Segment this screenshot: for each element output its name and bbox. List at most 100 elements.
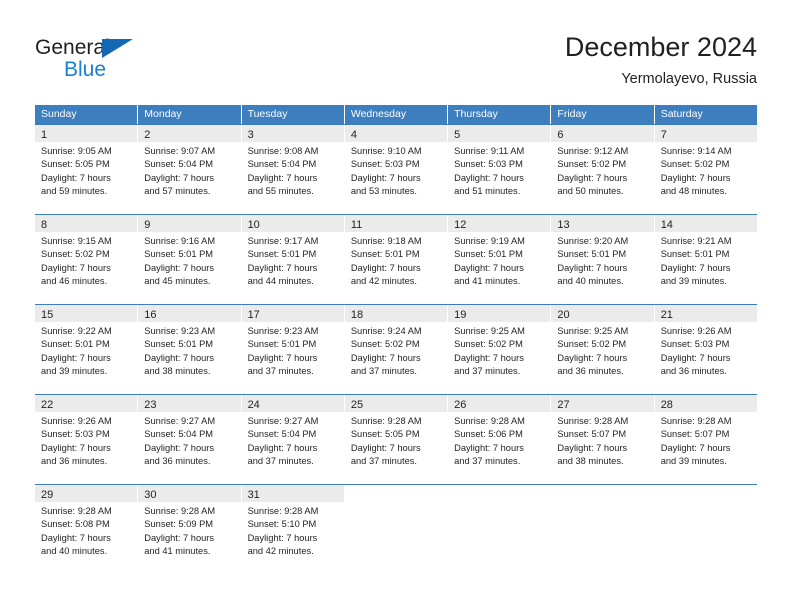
day-cell[interactable]: 27 Sunrise: 9:28 AM Sunset: 5:07 PM Dayl… — [551, 395, 654, 484]
day-cell[interactable]: 8 Sunrise: 9:15 AM Sunset: 5:02 PM Dayli… — [35, 215, 138, 304]
day-cell[interactable]: 13 Sunrise: 9:20 AM Sunset: 5:01 PM Dayl… — [551, 215, 654, 304]
sunrise-text: Sunrise: 9:28 AM — [247, 506, 319, 516]
day-cell[interactable]: 22 Sunrise: 9:26 AM Sunset: 5:03 PM Dayl… — [35, 395, 138, 484]
day-number: 31 — [247, 489, 260, 501]
day-cell[interactable]: 1 Sunrise: 9:05 AM Sunset: 5:05 PM Dayli… — [35, 125, 138, 214]
day-cell[interactable]: 17 Sunrise: 9:23 AM Sunset: 5:01 PM Dayl… — [241, 305, 344, 394]
weekday-header-row: Sunday Monday Tuesday Wednesday Thursday… — [35, 105, 757, 124]
daylight-text-line1: Daylight: 7 hours — [41, 442, 111, 453]
weekday-header-monday: Monday — [138, 105, 241, 124]
day-details: Sunrise: 9:11 AM Sunset: 5:03 PM Dayligh… — [448, 142, 550, 199]
day-cell[interactable]: 20 Sunrise: 9:25 AM Sunset: 5:02 PM Dayl… — [551, 305, 654, 394]
day-cell[interactable]: 11 Sunrise: 9:18 AM Sunset: 5:01 PM Dayl… — [344, 215, 448, 304]
daylight-text-line1: Daylight: 7 hours — [350, 172, 421, 183]
day-details: Sunrise: 9:28 AM Sunset: 5:10 PM Dayligh… — [242, 502, 344, 559]
daylight-text-line2: and 39 minutes. — [660, 276, 727, 287]
day-cell[interactable]: 14 Sunrise: 9:21 AM Sunset: 5:01 PM Dayl… — [654, 215, 757, 304]
day-number: 4 — [350, 129, 357, 141]
day-cell[interactable]: 26 Sunrise: 9:28 AM Sunset: 5:06 PM Dayl… — [448, 395, 551, 484]
sunrise-text: Sunrise: 9:25 AM — [454, 326, 525, 336]
daylight-text-line2: and 37 minutes. — [350, 366, 417, 377]
day-cell-empty — [654, 485, 757, 574]
day-cell[interactable]: 30 Sunrise: 9:28 AM Sunset: 5:09 PM Dayl… — [138, 485, 241, 574]
day-cell[interactable]: 21 Sunrise: 9:26 AM Sunset: 5:03 PM Dayl… — [654, 305, 757, 394]
daylight-text-line1: Daylight: 7 hours — [247, 442, 318, 453]
day-details: Sunrise: 9:21 AM Sunset: 5:01 PM Dayligh… — [655, 232, 757, 289]
day-details: Sunrise: 9:15 AM Sunset: 5:02 PM Dayligh… — [35, 232, 137, 289]
day-cell[interactable]: 4 Sunrise: 9:10 AM Sunset: 5:03 PM Dayli… — [344, 125, 448, 214]
day-number: 19 — [454, 309, 467, 321]
daylight-text-line1: Daylight: 7 hours — [557, 262, 628, 273]
daylight-text-line2: and 55 minutes. — [247, 186, 314, 197]
day-cell[interactable]: 7 Sunrise: 9:14 AM Sunset: 5:02 PM Dayli… — [654, 125, 757, 214]
day-details: Sunrise: 9:28 AM Sunset: 5:07 PM Dayligh… — [551, 412, 653, 469]
day-number: 8 — [41, 219, 48, 231]
daylight-text-line2: and 59 minutes. — [41, 186, 108, 197]
day-cell[interactable]: 19 Sunrise: 9:25 AM Sunset: 5:02 PM Dayl… — [448, 305, 551, 394]
weekday-header-wednesday: Wednesday — [344, 105, 448, 124]
sunset-text: Sunset: 5:03 PM — [454, 159, 523, 170]
day-number: 5 — [454, 129, 461, 141]
week-row: 8 Sunrise: 9:15 AM Sunset: 5:02 PM Dayli… — [35, 214, 757, 304]
sunrise-text: Sunrise: 9:28 AM — [557, 416, 629, 426]
day-number-band: 5 — [448, 125, 551, 142]
sunrise-text: Sunrise: 9:22 AM — [41, 326, 112, 336]
day-cell[interactable]: 18 Sunrise: 9:24 AM Sunset: 5:02 PM Dayl… — [344, 305, 448, 394]
day-cell[interactable]: 5 Sunrise: 9:11 AM Sunset: 5:03 PM Dayli… — [448, 125, 551, 214]
sunset-text: Sunset: 5:03 PM — [350, 159, 420, 170]
day-number-band: 10 — [241, 215, 344, 232]
daylight-text-line2: and 39 minutes. — [41, 366, 108, 377]
sunset-text: Sunset: 5:01 PM — [247, 249, 317, 260]
day-number: 10 — [247, 219, 260, 231]
day-cell[interactable]: 3 Sunrise: 9:08 AM Sunset: 5:04 PM Dayli… — [241, 125, 344, 214]
day-cell[interactable]: 6 Sunrise: 9:12 AM Sunset: 5:02 PM Dayli… — [551, 125, 654, 214]
daylight-text-line1: Daylight: 7 hours — [144, 442, 215, 453]
day-cell[interactable]: 24 Sunrise: 9:27 AM Sunset: 5:04 PM Dayl… — [241, 395, 344, 484]
sunset-text: Sunset: 5:04 PM — [247, 429, 317, 440]
daylight-text-line1: Daylight: 7 hours — [247, 352, 318, 363]
daylight-text-line1: Daylight: 7 hours — [557, 352, 628, 363]
daylight-text-line1: Daylight: 7 hours — [41, 172, 111, 183]
sunset-text: Sunset: 5:01 PM — [41, 339, 110, 350]
week-row: 22 Sunrise: 9:26 AM Sunset: 5:03 PM Dayl… — [35, 394, 757, 484]
day-number: 18 — [350, 309, 364, 321]
day-cell[interactable]: 29 Sunrise: 9:28 AM Sunset: 5:08 PM Dayl… — [35, 485, 138, 574]
day-cell[interactable]: 2 Sunrise: 9:07 AM Sunset: 5:04 PM Dayli… — [138, 125, 241, 214]
day-cell[interactable]: 16 Sunrise: 9:23 AM Sunset: 5:01 PM Dayl… — [138, 305, 241, 394]
day-cell[interactable]: 31 Sunrise: 9:28 AM Sunset: 5:10 PM Dayl… — [241, 485, 344, 574]
sunset-text: Sunset: 5:04 PM — [144, 429, 214, 440]
daylight-text-line1: Daylight: 7 hours — [41, 532, 111, 543]
sunset-text: Sunset: 5:05 PM — [41, 159, 110, 170]
general-blue-logo[interactable]: General Blue — [35, 36, 215, 86]
day-cell[interactable]: 10 Sunrise: 9:17 AM Sunset: 5:01 PM Dayl… — [241, 215, 344, 304]
daylight-text-line1: Daylight: 7 hours — [144, 262, 215, 273]
day-number: 15 — [41, 309, 54, 321]
page-title: December 2024 — [564, 32, 757, 62]
day-number-band: 16 — [138, 305, 241, 322]
day-number-band: 1 — [35, 125, 138, 142]
sunrise-text: Sunrise: 9:28 AM — [144, 506, 216, 516]
day-cell[interactable]: 15 Sunrise: 9:22 AM Sunset: 5:01 PM Dayl… — [35, 305, 138, 394]
day-number-band: 17 — [241, 305, 344, 322]
sunset-text: Sunset: 5:02 PM — [557, 339, 627, 350]
day-cell[interactable]: 9 Sunrise: 9:16 AM Sunset: 5:01 PM Dayli… — [138, 215, 241, 304]
weekday-header-friday: Friday — [551, 105, 654, 124]
day-cell[interactable]: 23 Sunrise: 9:27 AM Sunset: 5:04 PM Dayl… — [138, 395, 241, 484]
sunset-text: Sunset: 5:02 PM — [454, 339, 523, 350]
day-number-band: 12 — [448, 215, 551, 232]
day-number: 12 — [454, 219, 467, 231]
daylight-text-line2: and 42 minutes. — [247, 546, 314, 557]
daylight-text-line1: Daylight: 7 hours — [454, 352, 524, 363]
sunset-text: Sunset: 5:04 PM — [247, 159, 317, 170]
day-number-band: 13 — [551, 215, 654, 232]
daylight-text-line2: and 40 minutes. — [41, 546, 108, 557]
daylight-text-line2: and 39 minutes. — [660, 456, 727, 467]
day-number-band: 6 — [551, 125, 654, 142]
day-cell[interactable]: 25 Sunrise: 9:28 AM Sunset: 5:05 PM Dayl… — [344, 395, 448, 484]
day-cell[interactable]: 28 Sunrise: 9:28 AM Sunset: 5:07 PM Dayl… — [654, 395, 757, 484]
day-cell[interactable]: 12 Sunrise: 9:19 AM Sunset: 5:01 PM Dayl… — [448, 215, 551, 304]
day-number: 7 — [660, 129, 667, 141]
daylight-text-line2: and 51 minutes. — [454, 186, 521, 197]
daylight-text-line2: and 37 minutes. — [247, 366, 314, 377]
sunrise-text: Sunrise: 9:23 AM — [144, 326, 216, 336]
